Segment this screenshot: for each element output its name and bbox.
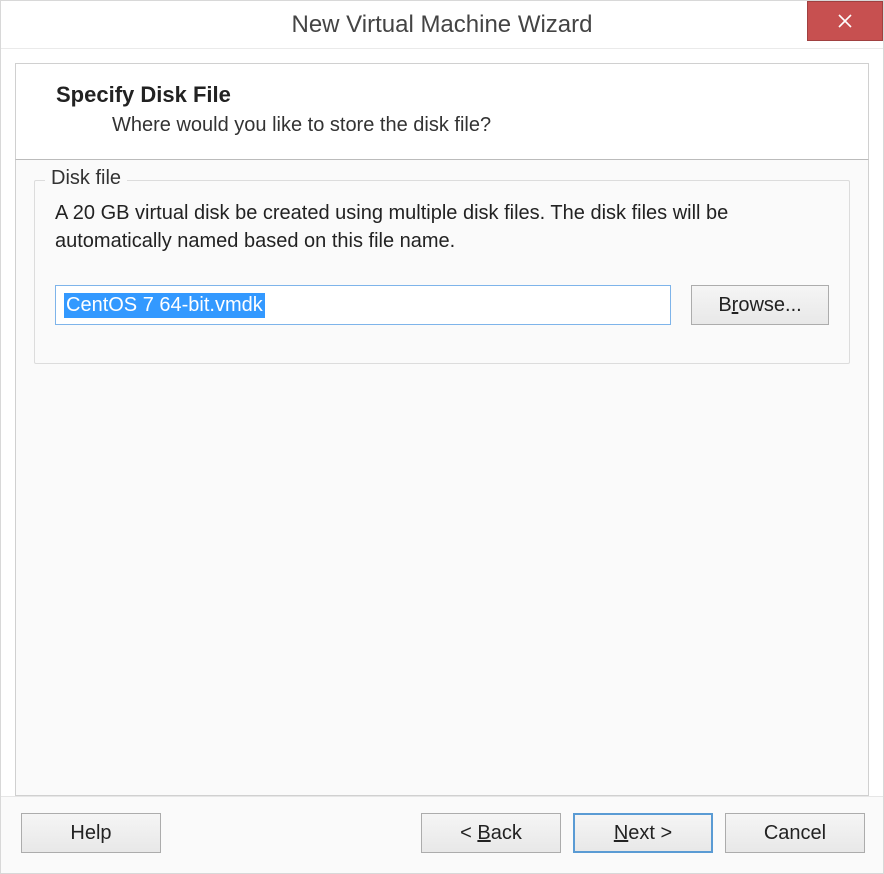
fieldset-legend: Disk file [45,167,127,190]
wizard-step-title: Specify Disk File [56,82,844,108]
file-row: CentOS 7 64-bit.vmdk Browse... [55,285,829,325]
help-button[interactable]: Help [21,813,161,853]
close-icon [838,14,852,28]
content-outer: Specify Disk File Where would you like t… [1,49,883,796]
next-button[interactable]: Next > [573,813,713,853]
fieldset-legend-text: Disk file [51,167,121,189]
titlebar: New Virtual Machine Wizard [1,1,883,49]
disk-file-input-value: CentOS 7 64-bit.vmdk [64,293,265,318]
disk-file-fieldset: Disk file A 20 GB virtual disk be create… [34,180,850,364]
wizard-step-subtitle: Where would you like to store the disk f… [112,114,844,137]
window-title: New Virtual Machine Wizard [292,11,593,39]
wizard-footer: Help < Back Next > Cancel [1,796,883,873]
back-button[interactable]: < Back [421,813,561,853]
wizard-window: New Virtual Machine Wizard Specify Disk … [0,0,884,874]
cancel-button[interactable]: Cancel [725,813,865,853]
wizard-header: Specify Disk File Where would you like t… [15,63,869,160]
browse-button[interactable]: Browse... [691,285,829,325]
fieldset-description: A 20 GB virtual disk be created using mu… [55,199,829,255]
disk-file-input[interactable]: CentOS 7 64-bit.vmdk [55,285,671,325]
close-button[interactable] [807,1,883,41]
wizard-main-panel: Disk file A 20 GB virtual disk be create… [15,160,869,796]
